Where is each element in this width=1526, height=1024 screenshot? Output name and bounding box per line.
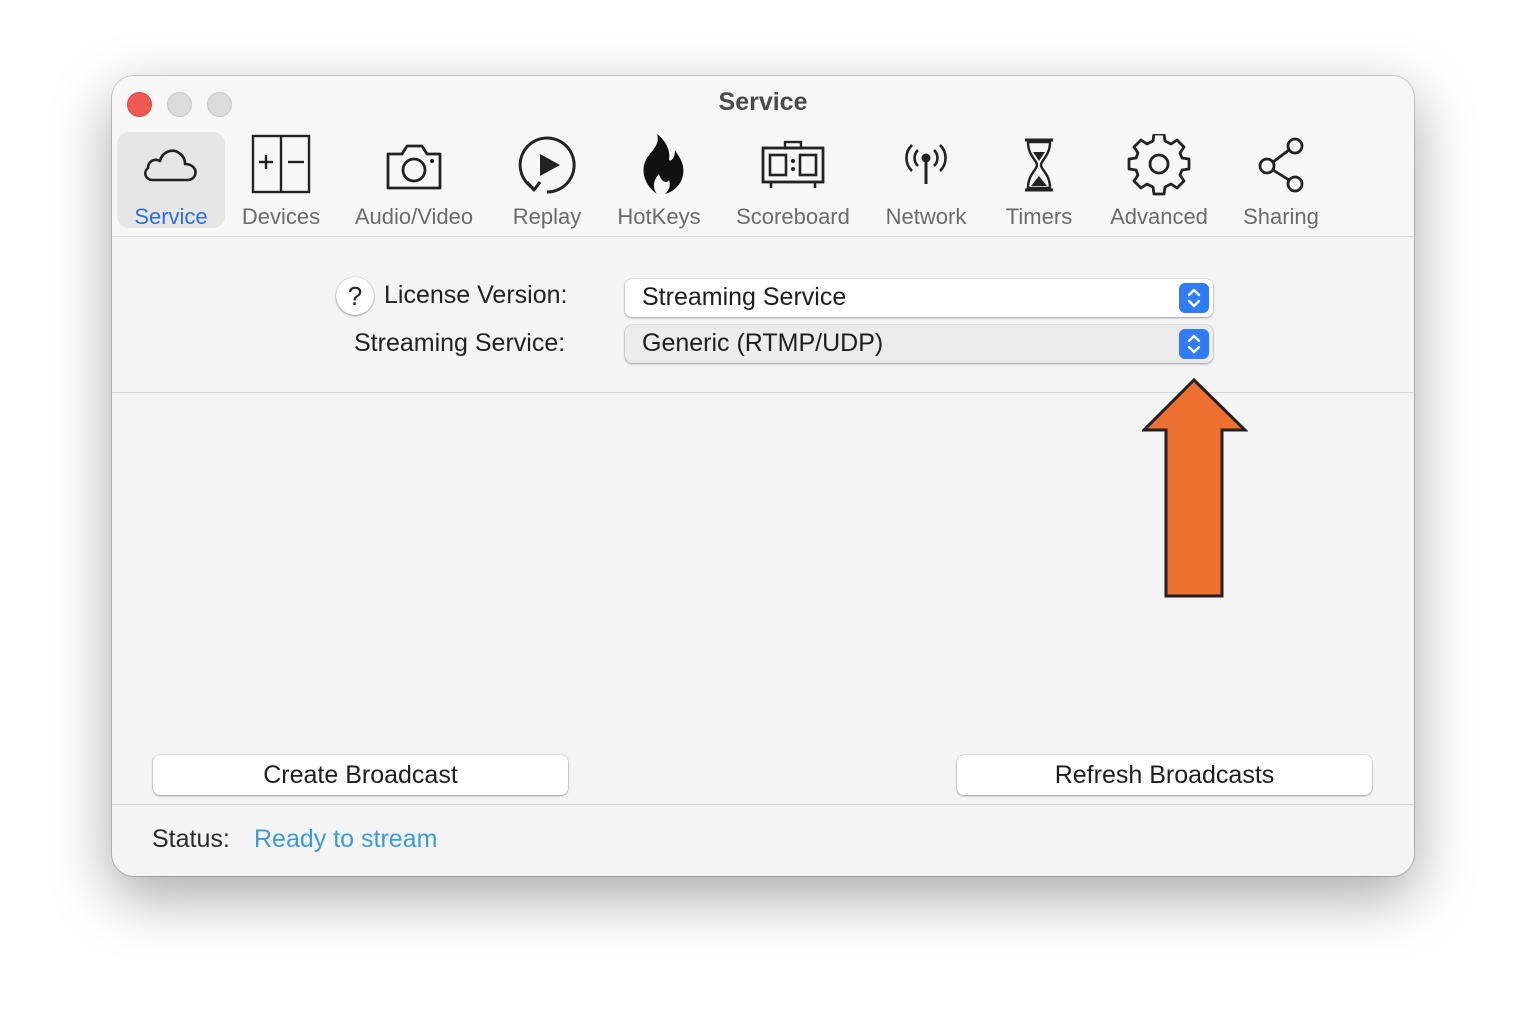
tab-service-label: Service [134,204,208,229]
tab-timers-label: Timers [1005,204,1073,229]
gear-icon [1127,134,1191,196]
flame-icon [643,134,684,194]
create-broadcast-button[interactable]: Create Broadcast [153,755,568,795]
tab-replay-label: Replay [512,204,582,229]
tab-advanced-label: Advanced [1110,204,1208,229]
streaming-service-select[interactable]: Generic (RTMP/UDP) [625,325,1213,363]
orange-up-arrow-annotation [1142,378,1248,598]
status-bar: Status: Ready to stream [112,804,1414,876]
select-stepper-icon [1179,283,1209,313]
streaming-service-value: Generic (RTMP/UDP) [642,329,884,357]
license-version-label: License Version: [384,281,568,309]
tab-hotkeys[interactable]: HotKeys [608,132,710,229]
status-label: Status: [152,825,230,853]
titlebar: Service Service Devices Audio/Video Repl… [112,76,1414,237]
tab-timers[interactable]: Timers [990,132,1088,229]
tab-advanced[interactable]: Advanced [1099,132,1219,229]
streaming-service-label: Streaming Service: [354,329,566,357]
tab-network[interactable]: Network [874,132,978,229]
status-value: Ready to stream [254,825,438,853]
tab-service[interactable]: Service [117,132,225,229]
camera-icon [386,144,442,190]
service-settings-form: ? License Version: Streaming Service Str… [112,237,1414,393]
devices-icon [251,134,311,194]
refresh-broadcasts-button[interactable]: Refresh Broadcasts [957,755,1372,795]
hourglass-icon [1025,138,1053,192]
tab-scoreboard[interactable]: Scoreboard [726,132,860,229]
tab-audio-video-label: Audio/Video [354,204,474,229]
scoreboard-icon [761,140,825,188]
license-version-value: Streaming Service [642,283,847,311]
tab-network-label: Network [885,204,967,229]
antenna-icon [905,144,947,184]
tab-devices-label: Devices [241,204,321,229]
cloud-icon [143,149,197,182]
tab-sharing-label: Sharing [1243,204,1319,229]
tab-scoreboard-label: Scoreboard [736,204,850,229]
tab-replay[interactable]: Replay [496,132,598,229]
share-icon [1258,137,1304,193]
window-title: Service [718,88,808,116]
help-button[interactable]: ? [336,277,374,315]
tab-sharing[interactable]: Sharing [1231,132,1331,229]
license-version-select[interactable]: Streaming Service [625,279,1213,317]
tab-devices[interactable]: Devices [229,132,333,229]
tab-audio-video[interactable]: Audio/Video [342,132,486,229]
tab-hotkeys-label: HotKeys [617,204,701,229]
preferences-window: Service Service Devices Audio/Video Repl… [112,76,1414,876]
select-stepper-icon [1179,329,1209,359]
replay-icon [518,136,576,194]
